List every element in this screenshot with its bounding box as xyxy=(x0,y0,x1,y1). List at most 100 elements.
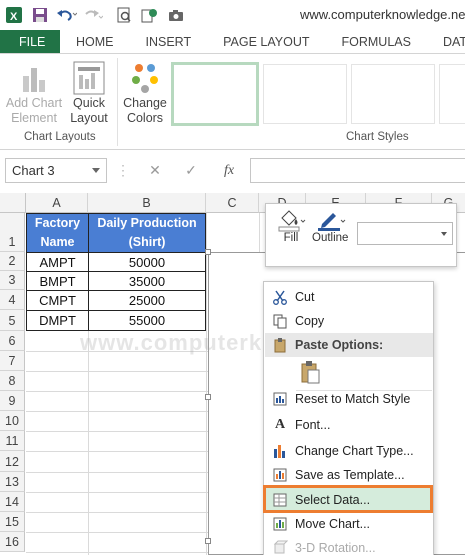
menu-item-cut[interactable]: Cut xyxy=(265,285,433,309)
tab-data[interactable]: DATA xyxy=(427,30,465,53)
row-header-13[interactable]: 13 xyxy=(0,472,25,492)
menu-item-label: Reset to Match Style xyxy=(295,392,411,406)
menu-item-save-template[interactable]: Save as Template... xyxy=(265,463,433,487)
row-header-1[interactable]: 1 xyxy=(0,213,25,252)
row-header-5[interactable]: 5 xyxy=(0,310,25,331)
tab-file[interactable]: FILE xyxy=(0,30,60,53)
camera-icon[interactable] xyxy=(164,3,188,27)
name-box[interactable]: Chart 3 xyxy=(5,158,107,183)
table-header-production-line-2: (Shirt) xyxy=(128,235,166,249)
svg-text:X: X xyxy=(10,11,18,23)
ribbon: Add Chart Element Quick Layout Change Co… xyxy=(0,54,465,150)
row-header-7[interactable]: 7 xyxy=(0,351,25,371)
select-all-corner[interactable] xyxy=(0,193,26,213)
row-header-15[interactable]: 15 xyxy=(0,512,25,532)
chart-style-4[interactable] xyxy=(439,64,465,124)
row-header-9[interactable]: 9 xyxy=(0,391,25,411)
menu-item-font[interactable]: A Font... xyxy=(265,413,433,437)
add-chart-element-label-2: Element xyxy=(11,111,57,125)
rotation-3d-icon xyxy=(265,540,295,555)
undo-icon[interactable] xyxy=(54,3,78,27)
refresh-icon[interactable] xyxy=(138,3,162,27)
row-header-14[interactable]: 14 xyxy=(0,492,25,512)
row-header-3[interactable]: 3 xyxy=(0,271,25,290)
add-chart-element-button[interactable]: Add Chart Element xyxy=(4,62,64,126)
chart-type-icon xyxy=(265,443,295,459)
quick-layout-button[interactable]: Quick Layout xyxy=(64,60,114,126)
outline-button[interactable]: Outline xyxy=(312,208,348,244)
tab-insert[interactable]: INSERT xyxy=(130,30,208,53)
row-header-6[interactable]: 6 xyxy=(0,331,25,351)
row-header-16[interactable]: 16 xyxy=(0,532,25,552)
print-preview-icon[interactable] xyxy=(112,3,136,27)
menu-item-copy[interactable]: Copy xyxy=(265,309,433,333)
menu-item-label: Cut xyxy=(295,290,315,304)
chevron-down-icon[interactable] xyxy=(441,232,447,236)
copy-icon xyxy=(265,313,295,329)
resize-handle[interactable] xyxy=(205,538,211,544)
column-header-c[interactable]: C xyxy=(206,193,259,213)
fill-button[interactable]: Fill xyxy=(276,208,306,244)
tab-home[interactable]: HOME xyxy=(60,30,130,53)
save-icon[interactable] xyxy=(28,3,52,27)
table-cell-name[interactable]: CMPT xyxy=(26,290,89,311)
paint-bucket-icon xyxy=(278,210,306,232)
excel-window: X www.computerknowledge.net FILE HOME IN… xyxy=(0,0,465,555)
menu-item-move-chart[interactable]: Move Chart... xyxy=(265,512,433,536)
add-chart-element-label-1: Add Chart xyxy=(5,96,63,110)
font-icon: A xyxy=(274,417,286,432)
row-header-10[interactable]: 10 xyxy=(0,411,25,431)
table-header-factory-line-1: Factory xyxy=(34,216,81,230)
mini-toolbar: Fill Outline xyxy=(265,203,457,267)
tab-page-layout[interactable]: PAGE LAYOUT xyxy=(207,30,325,53)
title-bar: X www.computerknowledge.net xyxy=(0,0,465,30)
table-cell-value[interactable]: 50000 xyxy=(88,252,206,272)
menu-item-3d-rotation[interactable]: 3-D Rotation... xyxy=(265,536,433,555)
menu-item-change-chart-type[interactable]: Change Chart Type... xyxy=(265,439,433,463)
table-cell-value[interactable]: 55000 xyxy=(88,310,206,331)
row-header-2[interactable]: 2 xyxy=(0,252,25,271)
table-cell-value[interactable]: 35000 xyxy=(88,271,206,291)
table-cell-name[interactable]: AMPT xyxy=(26,252,89,272)
column-header-a[interactable]: A xyxy=(26,193,88,213)
cancel-icon[interactable]: ✕ xyxy=(140,158,170,183)
chart-style-3[interactable] xyxy=(351,64,435,124)
tab-formulas[interactable]: FORMULAS xyxy=(326,30,427,53)
gridline xyxy=(26,431,208,432)
paste-option-keep-formatting[interactable] xyxy=(265,357,433,387)
change-colors-button[interactable]: Change Colors xyxy=(120,60,170,126)
chart-style-2[interactable] xyxy=(263,64,347,124)
table-cell-value[interactable]: 25000 xyxy=(88,290,206,311)
chevron-down-icon[interactable] xyxy=(92,168,100,173)
table-header-production[interactable]: Daily Production (Shirt) xyxy=(88,213,206,253)
chart-styles-group-label: Chart Styles xyxy=(346,131,409,143)
table-header-production-line-1: Daily Production xyxy=(97,216,197,230)
menu-item-reset[interactable]: Reset to Match Style xyxy=(265,387,433,411)
row-header-8[interactable]: 8 xyxy=(0,371,25,391)
chart-elements-dropdown[interactable] xyxy=(357,222,453,245)
table-header-factory[interactable]: Factory Name xyxy=(26,213,89,253)
gridline xyxy=(26,451,208,452)
excel-logo-icon[interactable]: X xyxy=(2,3,26,27)
row-header-11[interactable]: 11 xyxy=(0,431,25,451)
row-header-4[interactable]: 4 xyxy=(0,290,25,310)
enter-icon[interactable]: ✓ xyxy=(176,158,206,183)
chart-style-1[interactable] xyxy=(171,62,259,126)
quick-access-toolbar: X xyxy=(0,0,188,30)
table-cell-name[interactable]: DMPT xyxy=(26,310,89,331)
redo-icon[interactable] xyxy=(80,3,104,27)
scissors-icon xyxy=(265,289,295,305)
add-chart-element-icon xyxy=(23,68,45,92)
row-header-12[interactable]: 12 xyxy=(0,451,25,472)
resize-handle[interactable] xyxy=(205,394,211,400)
resize-handle[interactable] xyxy=(205,249,211,255)
outline-label: Outline xyxy=(312,232,349,244)
formula-input[interactable] xyxy=(250,158,465,183)
column-header-b[interactable]: B xyxy=(88,193,206,213)
quick-layout-icon xyxy=(73,61,105,95)
table-cell-name[interactable]: BMPT xyxy=(26,271,89,291)
change-colors-label-2: Colors xyxy=(126,111,164,125)
gridline xyxy=(26,371,208,372)
function-icon[interactable]: fx xyxy=(214,158,244,183)
gridline xyxy=(26,391,208,392)
